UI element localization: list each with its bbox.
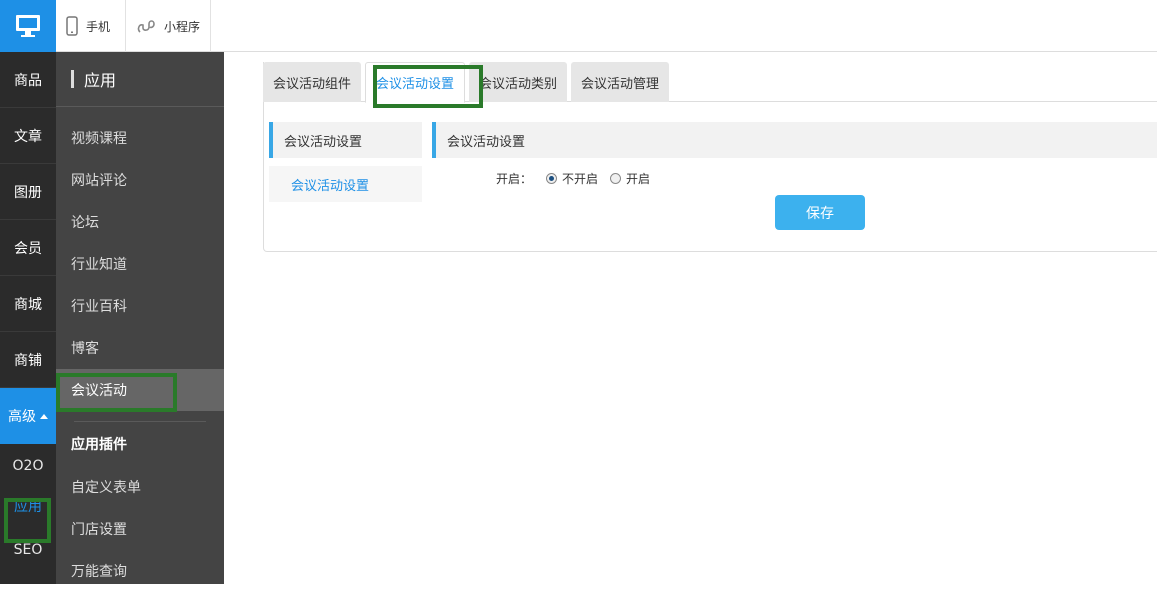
- phone-icon: [66, 16, 78, 36]
- tab-conference-component[interactable]: 会议活动组件: [263, 62, 362, 102]
- subnav-item-site-comments[interactable]: 网站评论: [56, 159, 224, 201]
- subnav-item-conference[interactable]: 会议活动: [56, 369, 224, 411]
- inner-menu-item[interactable]: 会议活动设置: [269, 166, 422, 202]
- subnav-item-video-courses[interactable]: 视频课程: [56, 117, 224, 159]
- monitor-icon: [16, 15, 40, 37]
- subnav-item-store-settings[interactable]: 门店设置: [56, 508, 224, 550]
- secondary-nav-title: 应用: [56, 52, 224, 107]
- top-bar: 手机 小程序: [0, 0, 1157, 52]
- logo[interactable]: [0, 0, 56, 52]
- subnav-item-industry-wiki[interactable]: 行业百科: [56, 285, 224, 327]
- save-button[interactable]: 保存: [775, 195, 865, 230]
- radio-enable[interactable]: [610, 172, 622, 184]
- primary-nav: 商品 文章 图册 会员 商城 商铺 高级 O2O 应用 SEO: [0, 52, 56, 584]
- main-content: 会议活动组件 会议活动设置 会议活动类别 会议活动管理 会议活动设置 会议活动设…: [224, 52, 1157, 584]
- enable-row: 开启： 不开启 开启: [496, 168, 650, 188]
- enable-label: 开启：: [496, 171, 533, 186]
- nav-item-advanced[interactable]: 高级: [0, 388, 56, 444]
- secondary-nav-title-label: 应用: [84, 71, 117, 90]
- inner-menu-head: 会议活动设置: [269, 122, 422, 158]
- tab-conference-settings[interactable]: 会议活动设置: [365, 62, 466, 103]
- nav-item-mall[interactable]: 商城: [0, 276, 56, 332]
- subnav-item-industry-qa[interactable]: 行业知道: [56, 243, 224, 285]
- tab-bar: 会议活动组件 会议活动设置 会议活动类别 会议活动管理: [263, 62, 1157, 103]
- tab-conference-management[interactable]: 会议活动管理: [571, 62, 670, 102]
- section-title: 会议活动设置: [432, 122, 1157, 158]
- subnav-item-blog[interactable]: 博客: [56, 327, 224, 369]
- nav-item-goods[interactable]: 商品: [0, 52, 56, 108]
- secondary-nav: 应用 视频课程 网站评论 论坛 行业知道 行业百科 博客 会议活动 应用插件 自…: [56, 52, 224, 584]
- tab-conference-category[interactable]: 会议活动类别: [469, 62, 568, 102]
- mini-program-icon: [137, 20, 155, 33]
- top-tab-label: 小程序: [164, 19, 201, 34]
- top-tab-mini-program[interactable]: 小程序: [126, 0, 211, 52]
- nav-item-label: 高级: [8, 409, 36, 425]
- radio-disable[interactable]: [546, 172, 557, 184]
- subnav-item-custom-form[interactable]: 自定义表单: [56, 466, 224, 508]
- subnav-group-title: 应用插件: [71, 437, 127, 453]
- radio-disable-label[interactable]: 不开启: [562, 170, 598, 187]
- nav-sub-seo[interactable]: SEO: [0, 530, 56, 570]
- top-tab-label: 手机: [86, 19, 111, 34]
- nav-sub-o2o[interactable]: O2O: [0, 446, 56, 486]
- inner-menu: 会议活动设置 会议活动设置: [269, 122, 422, 202]
- subnav-item-forum[interactable]: 论坛: [56, 201, 224, 243]
- nav-item-articles[interactable]: 文章: [0, 108, 56, 164]
- radio-enable-label[interactable]: 开启: [626, 170, 650, 187]
- nav-item-members[interactable]: 会员: [0, 220, 56, 276]
- nav-sub-apps[interactable]: 应用: [0, 486, 56, 526]
- caret-up-icon: [40, 413, 48, 419]
- nav-item-shops[interactable]: 商铺: [0, 332, 56, 388]
- nav-item-gallery[interactable]: 图册: [0, 164, 56, 220]
- top-tab-phone[interactable]: 手机: [56, 0, 126, 52]
- title-bar-decoration: [71, 70, 74, 88]
- subnav-item-universal-query[interactable]: 万能查询: [56, 550, 224, 592]
